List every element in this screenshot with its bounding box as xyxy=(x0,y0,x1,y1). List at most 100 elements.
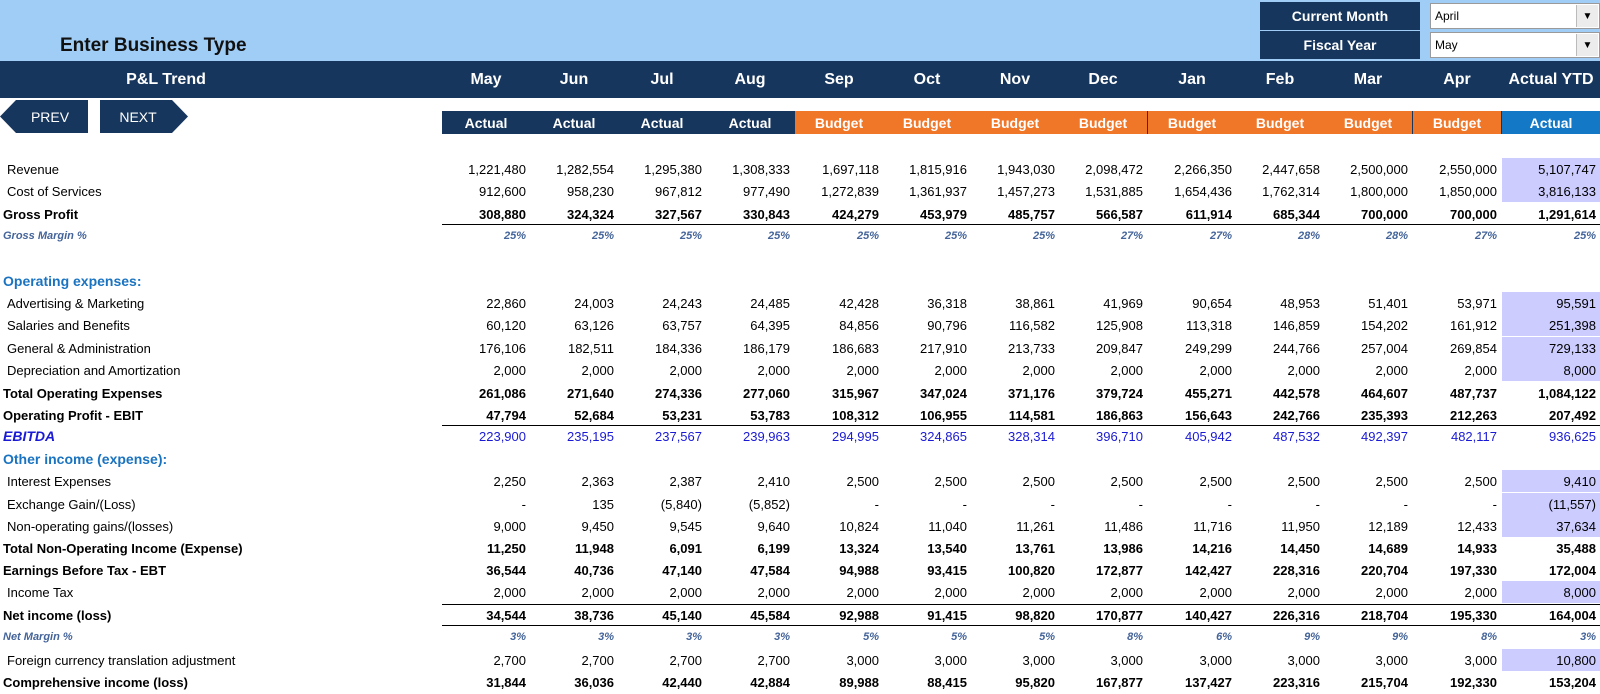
value-cell[interactable]: 13,986 xyxy=(1059,537,1147,559)
value-cell[interactable]: 239,963 xyxy=(706,425,794,447)
value-cell[interactable]: 13,324 xyxy=(795,537,883,559)
value-cell[interactable]: 41,969 xyxy=(1059,292,1147,314)
value-cell[interactable]: 1,943,030 xyxy=(971,158,1059,180)
value-cell[interactable]: 274,336 xyxy=(618,382,706,404)
value-cell[interactable]: 3% xyxy=(618,626,706,648)
value-cell[interactable]: 25% xyxy=(618,225,706,247)
value-cell[interactable]: 24,003 xyxy=(530,292,618,314)
value-cell[interactable]: 36,318 xyxy=(883,292,971,314)
value-cell[interactable]: 9,000 xyxy=(442,515,530,537)
value-cell[interactable]: 6,091 xyxy=(618,537,706,559)
value-cell[interactable]: 51,401 xyxy=(1324,292,1412,314)
value-cell[interactable]: 28% xyxy=(1236,225,1324,247)
value-cell[interactable]: 24,485 xyxy=(706,292,794,314)
value-cell[interactable]: 261,086 xyxy=(442,382,530,404)
value-cell[interactable]: 186,863 xyxy=(1059,404,1147,426)
value-cell[interactable]: 213,733 xyxy=(971,337,1059,359)
ytd-cell[interactable]: 729,133 xyxy=(1502,337,1600,359)
value-cell[interactable]: 223,316 xyxy=(1236,671,1324,693)
value-cell[interactable]: 116,582 xyxy=(971,314,1059,336)
value-cell[interactable]: 47,794 xyxy=(442,404,530,426)
ytd-cell[interactable]: 8,000 xyxy=(1502,359,1600,381)
value-cell[interactable]: 2,387 xyxy=(618,470,706,492)
ytd-cell[interactable]: 5,107,747 xyxy=(1502,158,1600,180)
value-cell[interactable]: 209,847 xyxy=(1059,337,1147,359)
value-cell[interactable]: 53,783 xyxy=(706,404,794,426)
value-cell[interactable]: 1,308,333 xyxy=(706,158,794,180)
value-cell[interactable]: 566,587 xyxy=(1059,203,1147,225)
value-cell[interactable]: 223,900 xyxy=(442,425,530,447)
value-cell[interactable]: 2,500 xyxy=(1413,470,1501,492)
value-cell[interactable]: 212,263 xyxy=(1413,404,1501,426)
value-cell[interactable]: - xyxy=(883,493,971,515)
value-cell[interactable]: 2,000 xyxy=(795,359,883,381)
value-cell[interactable]: 1,295,380 xyxy=(618,158,706,180)
ytd-cell[interactable]: 10,800 xyxy=(1502,649,1600,671)
value-cell[interactable]: 1,272,839 xyxy=(795,180,883,202)
value-cell[interactable]: 11,948 xyxy=(530,537,618,559)
value-cell[interactable]: 186,179 xyxy=(706,337,794,359)
value-cell[interactable]: 197,330 xyxy=(1413,559,1501,581)
ytd-cell[interactable]: 9,410 xyxy=(1502,470,1600,492)
value-cell[interactable]: 11,040 xyxy=(883,515,971,537)
value-cell[interactable]: 2,098,472 xyxy=(1059,158,1147,180)
value-cell[interactable]: 228,316 xyxy=(1236,559,1324,581)
value-cell[interactable]: 2,500 xyxy=(1236,470,1324,492)
value-cell[interactable]: 2,700 xyxy=(618,649,706,671)
value-cell[interactable]: 3,000 xyxy=(1413,649,1501,671)
value-cell[interactable]: 95,820 xyxy=(971,671,1059,693)
ytd-cell[interactable]: 25% xyxy=(1502,225,1600,247)
value-cell[interactable]: 405,942 xyxy=(1148,425,1236,447)
ytd-cell[interactable]: 3,816,133 xyxy=(1502,180,1600,202)
value-cell[interactable]: 2,363 xyxy=(530,470,618,492)
value-cell[interactable]: 487,532 xyxy=(1236,425,1324,447)
value-cell[interactable]: 958,230 xyxy=(530,180,618,202)
value-cell[interactable]: 192,330 xyxy=(1413,671,1501,693)
ytd-cell[interactable]: 936,625 xyxy=(1502,425,1600,447)
ytd-cell[interactable]: 3% xyxy=(1502,626,1600,648)
value-cell[interactable]: 108,312 xyxy=(795,404,883,426)
value-cell[interactable]: 249,299 xyxy=(1148,337,1236,359)
value-cell[interactable]: 2,000 xyxy=(883,581,971,603)
value-cell[interactable]: 2,000 xyxy=(795,581,883,603)
value-cell[interactable]: 93,415 xyxy=(883,559,971,581)
value-cell[interactable]: 40,736 xyxy=(530,559,618,581)
value-cell[interactable]: 182,511 xyxy=(530,337,618,359)
value-cell[interactable]: 25% xyxy=(442,225,530,247)
value-cell[interactable]: 146,859 xyxy=(1236,314,1324,336)
value-cell[interactable]: 2,000 xyxy=(971,581,1059,603)
value-cell[interactable]: 464,607 xyxy=(1324,382,1412,404)
value-cell[interactable]: 161,912 xyxy=(1413,314,1501,336)
value-cell[interactable]: 12,433 xyxy=(1413,515,1501,537)
value-cell[interactable]: 277,060 xyxy=(706,382,794,404)
value-cell[interactable]: 90,654 xyxy=(1148,292,1236,314)
value-cell[interactable]: 3% xyxy=(530,626,618,648)
value-cell[interactable]: 14,216 xyxy=(1148,537,1236,559)
value-cell[interactable]: 1,221,480 xyxy=(442,158,530,180)
ytd-cell[interactable]: (11,557) xyxy=(1502,493,1600,515)
value-cell[interactable]: 142,427 xyxy=(1148,559,1236,581)
value-cell[interactable]: 1,815,916 xyxy=(883,158,971,180)
value-cell[interactable]: 3,000 xyxy=(1059,649,1147,671)
value-cell[interactable]: 235,195 xyxy=(530,425,618,447)
value-cell[interactable]: 176,106 xyxy=(442,337,530,359)
value-cell[interactable]: 242,766 xyxy=(1236,404,1324,426)
value-cell[interactable]: 217,910 xyxy=(883,337,971,359)
value-cell[interactable]: 84,856 xyxy=(795,314,883,336)
value-cell[interactable]: 424,279 xyxy=(795,203,883,225)
value-cell[interactable]: 330,843 xyxy=(706,203,794,225)
ytd-cell[interactable]: 37,634 xyxy=(1502,515,1600,537)
value-cell[interactable]: (5,840) xyxy=(618,493,706,515)
value-cell[interactable]: 453,979 xyxy=(883,203,971,225)
value-cell[interactable]: 2,700 xyxy=(442,649,530,671)
value-cell[interactable]: 94,988 xyxy=(795,559,883,581)
value-cell[interactable]: 27% xyxy=(1413,225,1501,247)
value-cell[interactable]: 11,261 xyxy=(971,515,1059,537)
value-cell[interactable]: 379,724 xyxy=(1059,382,1147,404)
value-cell[interactable]: 482,117 xyxy=(1413,425,1501,447)
value-cell[interactable]: 218,704 xyxy=(1324,604,1412,626)
value-cell[interactable]: 184,336 xyxy=(618,337,706,359)
value-cell[interactable]: 11,250 xyxy=(442,537,530,559)
value-cell[interactable]: 63,757 xyxy=(618,314,706,336)
value-cell[interactable]: 89,988 xyxy=(795,671,883,693)
